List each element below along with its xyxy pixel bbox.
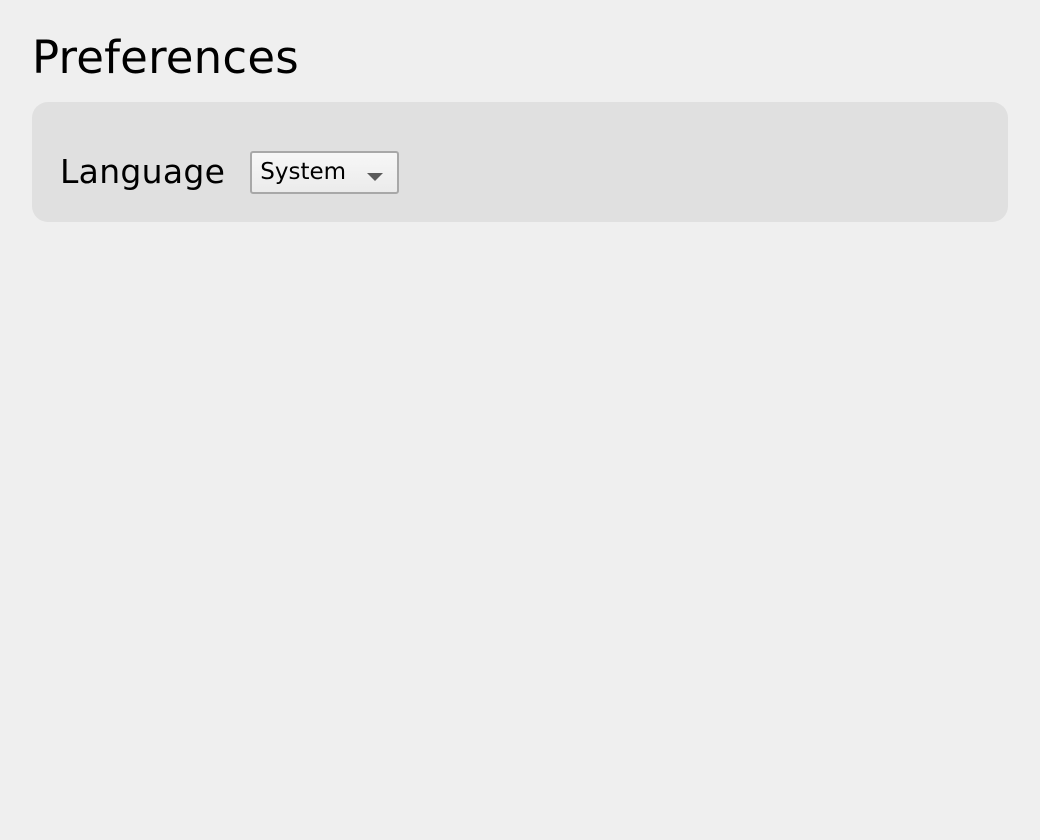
language-select[interactable]: System	[250, 150, 400, 194]
language-label: Language	[60, 152, 226, 191]
language-setting-row: Language System	[60, 150, 400, 194]
page-title: Preferences	[32, 31, 299, 84]
language-select-value: System	[260, 159, 347, 185]
preferences-page: Preferences Language System	[0, 0, 1040, 840]
chevron-down-icon	[367, 167, 384, 181]
settings-panel: Language System	[32, 102, 1008, 222]
